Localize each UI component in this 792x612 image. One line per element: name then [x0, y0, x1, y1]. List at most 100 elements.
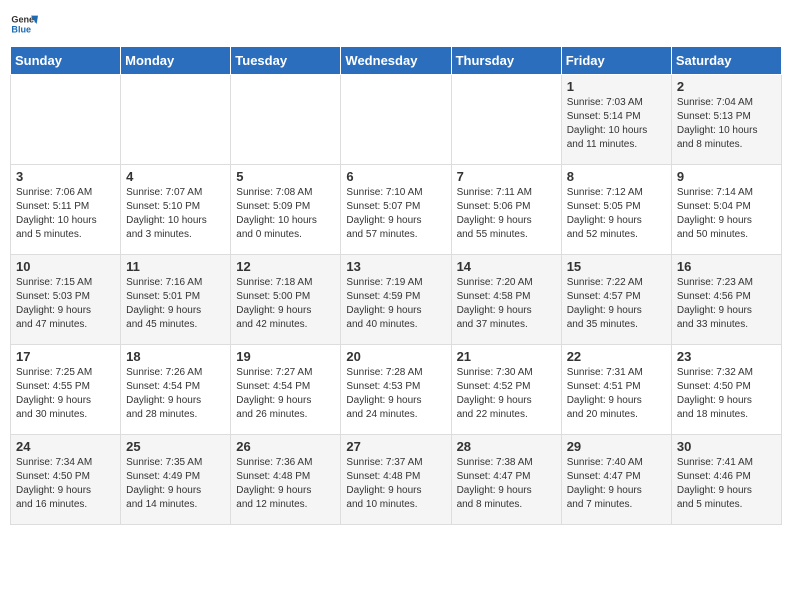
column-header-friday: Friday — [561, 47, 671, 75]
calendar-cell: 19 Sunrise: 7:27 AM Sunset: 4:54 PM Dayli… — [231, 345, 341, 435]
day-number: 1 — [567, 79, 666, 94]
day-number: 23 — [677, 349, 776, 364]
day-info: Sunrise: 7:12 AM Sunset: 5:05 PM Dayligh… — [567, 186, 666, 242]
day-info: Sunrise: 7:23 AM Sunset: 4:56 PM Dayligh… — [677, 276, 776, 332]
day-info: Sunrise: 7:18 AM Sunset: 5:00 PM Dayligh… — [236, 276, 335, 332]
day-number: 24 — [16, 439, 115, 454]
day-info: Sunrise: 7:32 AM Sunset: 4:50 PM Dayligh… — [677, 366, 776, 422]
day-info: Sunrise: 7:04 AM Sunset: 5:13 PM Dayligh… — [677, 96, 776, 152]
column-header-thursday: Thursday — [451, 47, 561, 75]
calendar-cell: 22 Sunrise: 7:31 AM Sunset: 4:51 PM Dayli… — [561, 345, 671, 435]
calendar-cell: 16 Sunrise: 7:23 AM Sunset: 4:56 PM Dayli… — [671, 255, 781, 345]
day-info: Sunrise: 7:27 AM Sunset: 4:54 PM Dayligh… — [236, 366, 335, 422]
day-info: Sunrise: 7:41 AM Sunset: 4:46 PM Dayligh… — [677, 456, 776, 512]
day-number: 21 — [457, 349, 556, 364]
day-number: 28 — [457, 439, 556, 454]
column-header-tuesday: Tuesday — [231, 47, 341, 75]
calendar-cell: 10Sunrise: 7:15 AM Sunset: 5:03 PM Dayli… — [11, 255, 121, 345]
header: General Blue — [10, 10, 782, 38]
day-number: 8 — [567, 169, 666, 184]
week-row-3: 10Sunrise: 7:15 AM Sunset: 5:03 PM Dayli… — [11, 255, 782, 345]
calendar-cell: 5Sunrise: 7:08 AM Sunset: 5:09 PM Daylig… — [231, 165, 341, 255]
day-number: 2 — [677, 79, 776, 94]
day-number: 14 — [457, 259, 556, 274]
calendar-cell: 12 Sunrise: 7:18 AM Sunset: 5:00 PM Dayli… — [231, 255, 341, 345]
calendar-cell — [451, 75, 561, 165]
day-number: 12 — [236, 259, 335, 274]
calendar-cell: 6 Sunrise: 7:10 AM Sunset: 5:07 PM Daylig… — [341, 165, 451, 255]
calendar-cell: 29 Sunrise: 7:40 AM Sunset: 4:47 PM Dayli… — [561, 435, 671, 525]
day-info: Sunrise: 7:26 AM Sunset: 4:54 PM Dayligh… — [126, 366, 225, 422]
day-info: Sunrise: 7:16 AM Sunset: 5:01 PM Dayligh… — [126, 276, 225, 332]
week-row-2: 3Sunrise: 7:06 AM Sunset: 5:11 PM Daylig… — [11, 165, 782, 255]
day-info: Sunrise: 7:15 AM Sunset: 5:03 PM Dayligh… — [16, 276, 115, 332]
day-info: Sunrise: 7:38 AM Sunset: 4:47 PM Dayligh… — [457, 456, 556, 512]
column-header-monday: Monday — [121, 47, 231, 75]
day-info: Sunrise: 7:40 AM Sunset: 4:47 PM Dayligh… — [567, 456, 666, 512]
day-number: 29 — [567, 439, 666, 454]
calendar-cell: 3Sunrise: 7:06 AM Sunset: 5:11 PM Daylig… — [11, 165, 121, 255]
day-number: 6 — [346, 169, 445, 184]
logo-icon: General Blue — [10, 10, 38, 38]
calendar-cell: 1 Sunrise: 7:03 AM Sunset: 5:14 PM Daylig… — [561, 75, 671, 165]
day-number: 22 — [567, 349, 666, 364]
day-number: 19 — [236, 349, 335, 364]
day-info: Sunrise: 7:20 AM Sunset: 4:58 PM Dayligh… — [457, 276, 556, 332]
column-header-saturday: Saturday — [671, 47, 781, 75]
calendar-cell — [11, 75, 121, 165]
calendar-cell: 27 Sunrise: 7:37 AM Sunset: 4:48 PM Dayli… — [341, 435, 451, 525]
day-info: Sunrise: 7:22 AM Sunset: 4:57 PM Dayligh… — [567, 276, 666, 332]
day-number: 17 — [16, 349, 115, 364]
day-info: Sunrise: 7:10 AM Sunset: 5:07 PM Dayligh… — [346, 186, 445, 242]
logo: General Blue — [10, 10, 38, 38]
day-info: Sunrise: 7:30 AM Sunset: 4:52 PM Dayligh… — [457, 366, 556, 422]
day-info: Sunrise: 7:07 AM Sunset: 5:10 PM Dayligh… — [126, 186, 225, 242]
calendar-cell: 9 Sunrise: 7:14 AM Sunset: 5:04 PM Daylig… — [671, 165, 781, 255]
calendar-cell: 18Sunrise: 7:26 AM Sunset: 4:54 PM Dayli… — [121, 345, 231, 435]
day-info: Sunrise: 7:37 AM Sunset: 4:48 PM Dayligh… — [346, 456, 445, 512]
day-info: Sunrise: 7:28 AM Sunset: 4:53 PM Dayligh… — [346, 366, 445, 422]
day-number: 25 — [126, 439, 225, 454]
calendar-cell: 15 Sunrise: 7:22 AM Sunset: 4:57 PM Dayli… — [561, 255, 671, 345]
calendar-cell: 13Sunrise: 7:19 AM Sunset: 4:59 PM Dayli… — [341, 255, 451, 345]
day-info: Sunrise: 7:14 AM Sunset: 5:04 PM Dayligh… — [677, 186, 776, 242]
calendar-table: SundayMondayTuesdayWednesdayThursdayFrid… — [10, 46, 782, 525]
day-info: Sunrise: 7:06 AM Sunset: 5:11 PM Dayligh… — [16, 186, 115, 242]
day-number: 27 — [346, 439, 445, 454]
calendar-cell: 26 Sunrise: 7:36 AM Sunset: 4:48 PM Dayli… — [231, 435, 341, 525]
calendar-cell: 2 Sunrise: 7:04 AM Sunset: 5:13 PM Daylig… — [671, 75, 781, 165]
calendar-cell: 8 Sunrise: 7:12 AM Sunset: 5:05 PM Daylig… — [561, 165, 671, 255]
day-number: 15 — [567, 259, 666, 274]
day-info: Sunrise: 7:03 AM Sunset: 5:14 PM Dayligh… — [567, 96, 666, 152]
day-number: 11 — [126, 259, 225, 274]
calendar-cell: 30 Sunrise: 7:41 AM Sunset: 4:46 PM Dayli… — [671, 435, 781, 525]
calendar-cell: 4 Sunrise: 7:07 AM Sunset: 5:10 PM Daylig… — [121, 165, 231, 255]
calendar-cell: 21 Sunrise: 7:30 AM Sunset: 4:52 PM Dayli… — [451, 345, 561, 435]
day-number: 26 — [236, 439, 335, 454]
calendar-cell — [231, 75, 341, 165]
calendar-cell: 17 Sunrise: 7:25 AM Sunset: 4:55 PM Dayli… — [11, 345, 121, 435]
day-info: Sunrise: 7:36 AM Sunset: 4:48 PM Dayligh… — [236, 456, 335, 512]
calendar-cell: 7 Sunrise: 7:11 AM Sunset: 5:06 PM Daylig… — [451, 165, 561, 255]
day-number: 4 — [126, 169, 225, 184]
column-header-sunday: Sunday — [11, 47, 121, 75]
day-info: Sunrise: 7:31 AM Sunset: 4:51 PM Dayligh… — [567, 366, 666, 422]
day-number: 16 — [677, 259, 776, 274]
day-number: 9 — [677, 169, 776, 184]
week-row-4: 17 Sunrise: 7:25 AM Sunset: 4:55 PM Dayli… — [11, 345, 782, 435]
week-row-1: 1 Sunrise: 7:03 AM Sunset: 5:14 PM Daylig… — [11, 75, 782, 165]
day-info: Sunrise: 7:35 AM Sunset: 4:49 PM Dayligh… — [126, 456, 225, 512]
svg-text:Blue: Blue — [11, 24, 31, 34]
day-info: Sunrise: 7:25 AM Sunset: 4:55 PM Dayligh… — [16, 366, 115, 422]
calendar-cell: 24 Sunrise: 7:34 AM Sunset: 4:50 PM Dayli… — [11, 435, 121, 525]
header-row: SundayMondayTuesdayWednesdayThursdayFrid… — [11, 47, 782, 75]
calendar-cell: 11 Sunrise: 7:16 AM Sunset: 5:01 PM Dayli… — [121, 255, 231, 345]
day-number: 7 — [457, 169, 556, 184]
day-number: 20 — [346, 349, 445, 364]
calendar-cell: 25 Sunrise: 7:35 AM Sunset: 4:49 PM Dayli… — [121, 435, 231, 525]
day-info: Sunrise: 7:11 AM Sunset: 5:06 PM Dayligh… — [457, 186, 556, 242]
day-number: 30 — [677, 439, 776, 454]
day-info: Sunrise: 7:34 AM Sunset: 4:50 PM Dayligh… — [16, 456, 115, 512]
calendar-cell — [121, 75, 231, 165]
week-row-5: 24 Sunrise: 7:34 AM Sunset: 4:50 PM Dayli… — [11, 435, 782, 525]
